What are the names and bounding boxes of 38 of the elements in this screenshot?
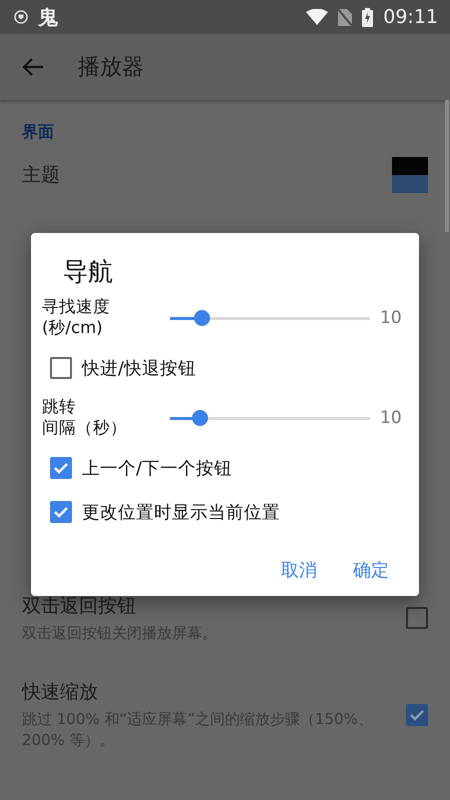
slider-value: 10 [380, 408, 402, 428]
slider-value: 10 [380, 308, 402, 328]
clock: 09:11 [383, 6, 438, 28]
section-header: 界面 [21, 121, 55, 143]
check-icon [410, 708, 424, 720]
slider-thumb[interactable] [194, 310, 210, 326]
wifi-icon [306, 9, 328, 25]
setting-title: 快速缩放 [22, 680, 99, 706]
dialog-title: 导航 [62, 256, 114, 288]
shield-icon [14, 10, 28, 24]
slider-label: 跳转 [42, 397, 77, 418]
check-icon [54, 506, 68, 518]
app-notification-icon: 鬼 [38, 4, 58, 30]
checkbox[interactable] [50, 357, 72, 379]
check-icon [54, 462, 68, 474]
battery-charging-icon [362, 8, 374, 26]
checkbox-label: 快进/快退按钮 [82, 358, 196, 380]
slider-label: 间隔（秒） [42, 418, 128, 439]
back-arrow-icon[interactable] [22, 58, 44, 76]
checkbox-label: 更改位置时显示当前位置 [82, 502, 280, 524]
scrollbar[interactable] [445, 100, 449, 232]
setting-title: 双击返回按钮 [22, 594, 137, 619]
slider[interactable] [170, 410, 370, 426]
checkbox[interactable] [406, 704, 428, 726]
screen-title: 播放器 [78, 54, 144, 82]
dialog-button[interactable]: 确定 [345, 550, 397, 590]
theme-swatch[interactable] [392, 157, 428, 193]
checkbox[interactable] [50, 501, 72, 523]
slider-thumb[interactable] [192, 410, 208, 426]
slider-label: 寻找速度 [42, 297, 111, 318]
slider-label: (秒/cm) [42, 318, 104, 339]
checkbox[interactable] [406, 607, 428, 630]
dialog-button[interactable]: 取消 [273, 550, 325, 590]
setting-title: 主题 [22, 163, 61, 188]
checkbox[interactable] [50, 457, 72, 479]
slider[interactable] [170, 310, 370, 326]
no-sim-icon [338, 8, 352, 26]
checkbox-label: 上一个/下一个按钮 [82, 458, 232, 480]
